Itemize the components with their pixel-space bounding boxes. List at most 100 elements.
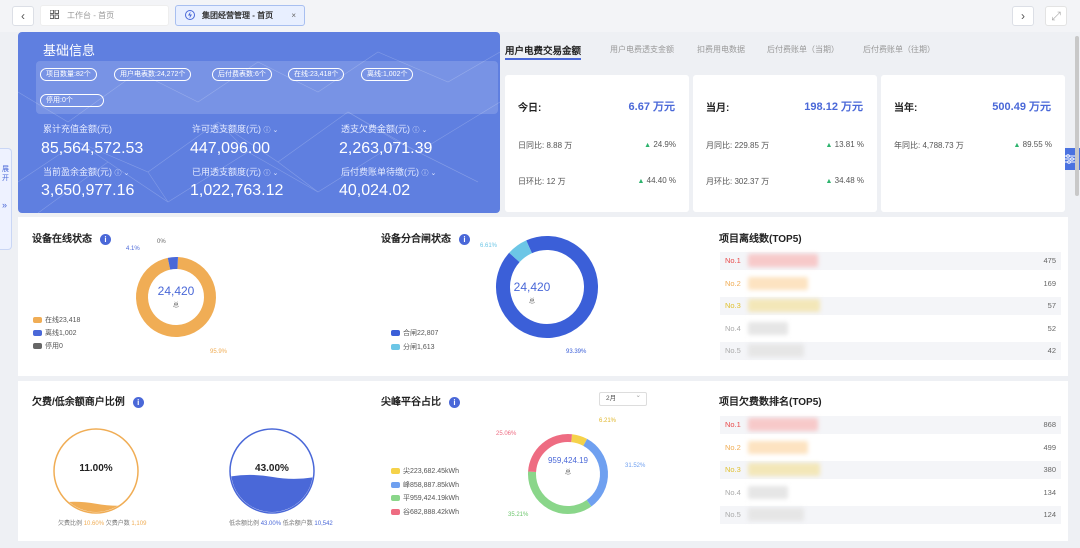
low-balance-caption: 低余额比例 43.00% 低余额户数 10,542 xyxy=(229,521,333,527)
arrow-up-icon: ▲ xyxy=(644,142,652,149)
arrow-up-icon: ▲ xyxy=(637,178,645,185)
info-chevron-icon[interactable]: ⓘ ⌄ xyxy=(115,170,130,177)
legend-swatch xyxy=(33,317,42,324)
low-balance-percent: 43.00% xyxy=(255,463,289,474)
offline-top5-title: 项目离线数(TOP5) xyxy=(719,234,802,245)
legend-item: 停用0 xyxy=(33,341,63,351)
ranking-row[interactable]: No.5 124 xyxy=(720,506,1061,524)
ranking-row[interactable]: No.2 169 xyxy=(720,274,1061,293)
info-chevron-icon[interactable]: ⓘ ⌄ xyxy=(422,170,437,177)
close-icon[interactable]: × xyxy=(291,6,296,25)
blurred-project-name xyxy=(748,418,818,431)
ranking-row[interactable]: No.2 499 xyxy=(720,438,1061,457)
info-icon[interactable]: i xyxy=(449,396,460,408)
mom-label: 月环比: 302.37 万 xyxy=(706,177,770,186)
tab-postpaid-current[interactable]: 后付费账单（当期） xyxy=(767,44,839,55)
side-expand-handle[interactable]: 展开 » xyxy=(0,148,12,250)
blurred-project-name xyxy=(748,508,804,521)
chevron-right-icon: » xyxy=(2,200,8,210)
blurred-project-name xyxy=(748,254,818,267)
info-icon[interactable]: i xyxy=(132,396,144,408)
legend-item: 尖223,682.45kWh xyxy=(391,466,459,476)
blurred-project-name xyxy=(748,276,808,290)
slice-label: 4.1% xyxy=(126,246,140,252)
tab-user-fee-overdraft[interactable]: 用户电费透支金额 xyxy=(610,44,674,55)
tag-online: 在线:23,418个 xyxy=(288,68,345,81)
fullscreen-button[interactable]: ⤢ xyxy=(1045,6,1067,26)
legend-item: 平959,424.19kWh xyxy=(391,493,459,503)
slice-label: 25.06% xyxy=(496,431,517,437)
rank-value: 475 xyxy=(1043,256,1056,265)
card-label: 当月: xyxy=(706,103,730,114)
grid-icon xyxy=(49,9,59,22)
tab-user-fee-transaction[interactable]: 用户电费交易金额 xyxy=(505,43,582,60)
info-icon[interactable]: i xyxy=(459,233,470,245)
rank-value: 868 xyxy=(1043,420,1056,429)
rank-number: No.5 xyxy=(725,346,741,355)
slice-label: 95.9% xyxy=(210,349,228,355)
donut-unit: 总 xyxy=(564,470,571,476)
info-chevron-icon[interactable]: ⓘ ⌄ xyxy=(264,170,279,177)
bolt-icon xyxy=(185,10,195,23)
rank-value: 42 xyxy=(1047,346,1056,355)
arrears-percent: 11.00% xyxy=(79,463,113,474)
donut-slice xyxy=(509,240,533,263)
slice-label: 0% xyxy=(157,239,166,245)
ranking-row[interactable]: No.3 57 xyxy=(720,297,1061,315)
rank-number: No.4 xyxy=(725,487,741,497)
info-chevron-icon[interactable]: ⓘ ⌄ xyxy=(264,127,279,134)
mom-label: 日环比: 12 万 xyxy=(518,177,566,186)
rank-number: No.4 xyxy=(725,323,741,333)
blurred-project-name xyxy=(748,485,788,499)
legend-item: 在线23,418 xyxy=(33,315,80,325)
slice-label: 31.52% xyxy=(625,463,646,469)
legend-item: 分闸1,613 xyxy=(391,342,435,352)
today-card: 今日: 6.67 万元 日同比: 8.88 万 ▲ 24.9% 日环比: 12 … xyxy=(505,75,689,212)
donut-total: 959,424.19 xyxy=(547,456,589,465)
debt-top5-title: 项目欠费数排名(TOP5) xyxy=(719,397,822,408)
panel-title: 基础信息 xyxy=(43,43,96,58)
donut-slice xyxy=(167,257,178,270)
legend-item: 离线1,002 xyxy=(33,328,77,338)
ranking-row[interactable]: No.4 134 xyxy=(720,483,1061,502)
yoy-percent: 24.9% xyxy=(653,140,676,149)
info-icon[interactable]: i xyxy=(100,233,111,245)
tab-deduction-data[interactable]: 扣费用电数据 xyxy=(697,44,745,55)
tag-disabled: 停用:0个 xyxy=(40,94,104,107)
online-status-title: 设备在线状态 i xyxy=(32,230,111,245)
arrow-up-icon: ▲ xyxy=(825,178,833,185)
scrollbar[interactable] xyxy=(1075,36,1079,196)
month-select[interactable]: 2月 xyxy=(599,390,647,406)
card-value: 500.49 万元 xyxy=(992,101,1051,113)
ranking-row[interactable]: No.3 380 xyxy=(720,461,1061,479)
arrears-ratio-title: 欠费/低余额商户比例 i xyxy=(32,393,144,408)
info-chevron-icon[interactable]: ⓘ ⌄ xyxy=(413,127,428,134)
online-donut-center: 24,420 总 xyxy=(132,284,220,309)
legend-item: 合闸22,807 xyxy=(391,328,438,338)
tag-offline: 离线:1,002个 xyxy=(361,68,414,81)
ranking-row[interactable]: No.1 475 xyxy=(720,252,1061,270)
tab-postpaid-past[interactable]: 后付费账单（往期） xyxy=(863,44,935,55)
peak-donut-center: 959,424.19 总 xyxy=(522,456,614,476)
blurred-project-name xyxy=(748,463,820,476)
tab-group-management[interactable]: 集团经营管理 - 首页 × xyxy=(175,5,305,26)
tab-workbench[interactable]: 工作台 - 首页 xyxy=(40,5,169,26)
donut-slice xyxy=(571,434,588,446)
card-value: 198.12 万元 xyxy=(804,101,863,113)
blurred-project-name xyxy=(748,321,788,335)
top-tab-bar: ‹ 工作台 - 首页 集团经营管理 - 首页 × › ⤢ xyxy=(0,0,1080,32)
rank-value: 134 xyxy=(1043,487,1056,497)
ranking-row[interactable]: No.4 52 xyxy=(720,319,1061,338)
forward-button[interactable]: › xyxy=(1012,6,1034,26)
arrow-up-icon: ▲ xyxy=(825,142,833,149)
tag-postpaid: 后付费表数:6个 xyxy=(212,68,272,81)
yoy-label: 月同比: 229.85 万 xyxy=(706,141,770,150)
ranking-row[interactable]: No.5 42 xyxy=(720,342,1061,360)
donut-unit: 总 xyxy=(172,303,179,309)
back-button[interactable]: ‹ xyxy=(12,6,34,26)
ranking-row[interactable]: No.1 868 xyxy=(720,416,1061,434)
yoy-percent: 89.55 % xyxy=(1022,140,1052,149)
card-value: 6.67 万元 xyxy=(628,101,675,113)
gauge-fill xyxy=(231,474,313,512)
tab-label: 集团经营管理 - 首页 xyxy=(202,11,274,20)
